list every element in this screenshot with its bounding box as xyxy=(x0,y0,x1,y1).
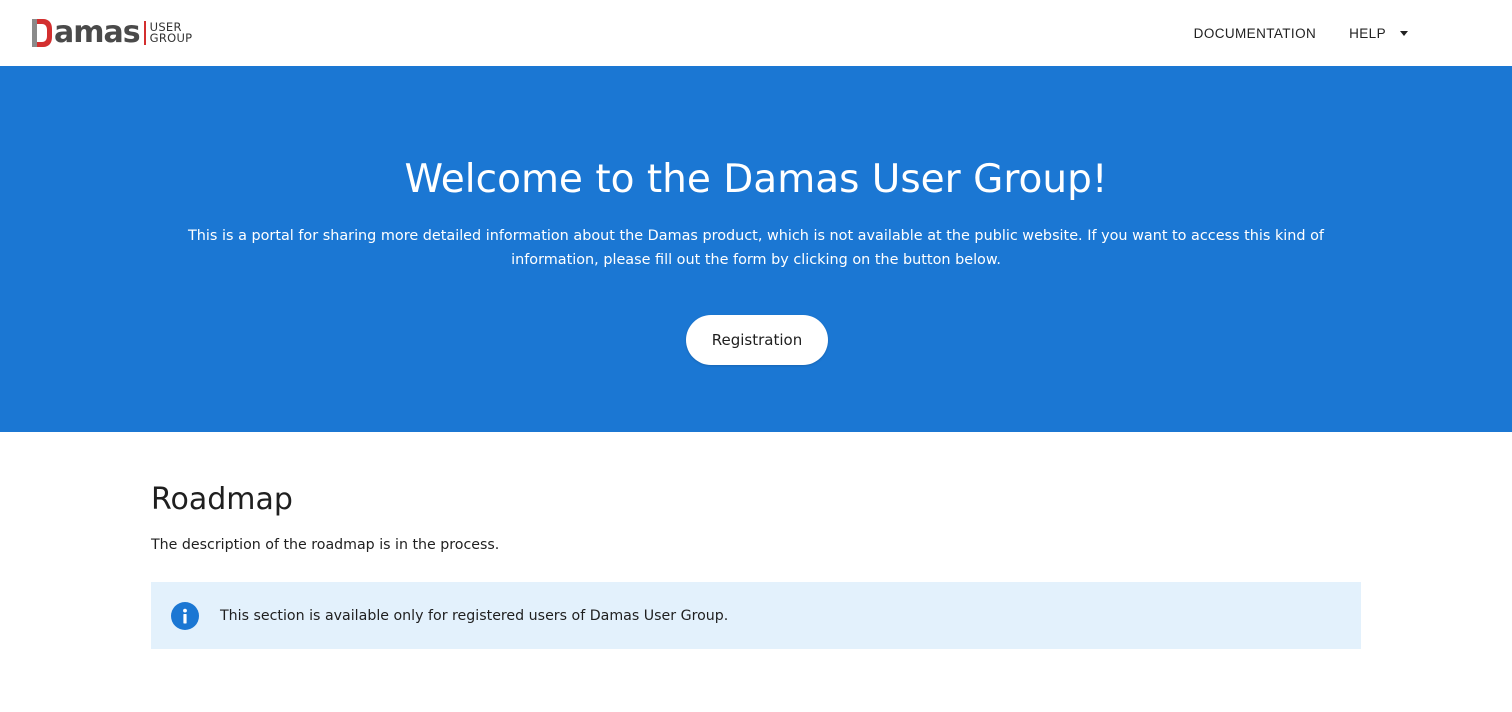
logo-subtitle: USER GROUP xyxy=(149,21,193,45)
logo-sub-line-2: GROUP xyxy=(149,31,193,45)
hero-description: This is a portal for sharing more detail… xyxy=(188,228,1324,268)
info-alert: This section is available only for regis… xyxy=(151,582,1361,649)
logo-d-mark xyxy=(32,19,52,47)
nav-documentation[interactable]: DOCUMENTATION xyxy=(1194,22,1316,44)
roadmap-section: Roadmap The description of the roadmap i… xyxy=(151,432,1361,649)
logo-divider xyxy=(143,21,146,45)
info-alert-text: This section is available only for regis… xyxy=(220,607,729,624)
top-header: amas USER GROUP DOCUMENTATION HELP xyxy=(0,0,1512,66)
roadmap-description: The description of the roadmap is in the… xyxy=(151,537,500,553)
hero-banner: Welcome to the Damas User Group! This is… xyxy=(0,66,1512,432)
nav-help-label: HELP xyxy=(1349,25,1386,41)
main-nav: DOCUMENTATION HELP xyxy=(1194,22,1408,44)
logo-wordmark: amas xyxy=(32,15,141,50)
roadmap-title: Roadmap xyxy=(151,482,293,517)
logo-word-text: amas xyxy=(54,15,141,50)
nav-help-dropdown[interactable]: HELP xyxy=(1349,22,1408,44)
registration-button[interactable]: Registration xyxy=(686,315,828,365)
hero-title: Welcome to the Damas User Group! xyxy=(404,157,1108,202)
caret-down-icon xyxy=(1400,31,1408,36)
info-icon xyxy=(171,601,199,630)
damas-user-group-logo[interactable]: amas USER GROUP xyxy=(32,18,192,48)
nav-documentation-label: DOCUMENTATION xyxy=(1193,25,1317,41)
